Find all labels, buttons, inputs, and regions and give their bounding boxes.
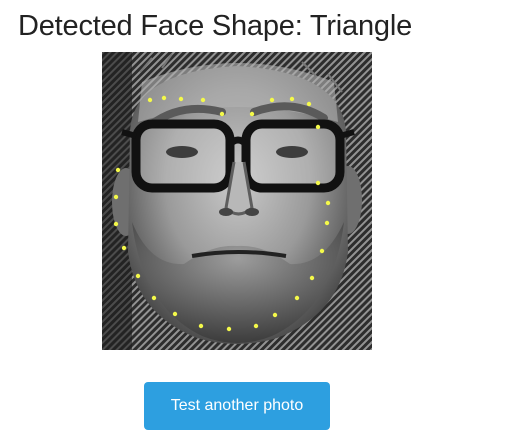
page-title: Detected Face Shape: Triangle	[18, 10, 412, 42]
landmark-dot	[289, 96, 295, 102]
landmark-dot	[324, 220, 330, 226]
landmark-dot	[272, 312, 278, 318]
face-photo	[102, 52, 372, 350]
landmark-dot	[151, 295, 157, 301]
landmark-dot	[198, 323, 204, 329]
landmark-dot	[135, 273, 141, 279]
landmark-dot	[269, 97, 275, 103]
landmark-dot	[113, 221, 119, 227]
landmark-dot	[226, 326, 232, 332]
landmark-dot	[161, 95, 167, 101]
landmark-dot	[306, 101, 312, 107]
landmark-dot	[315, 124, 321, 130]
left-eye	[166, 146, 198, 158]
test-another-photo-button[interactable]: Test another photo	[144, 382, 330, 430]
landmark-dot	[147, 97, 153, 103]
right-eye	[276, 146, 308, 158]
landmark-dot	[200, 97, 206, 103]
landmark-dot	[121, 245, 127, 251]
landmark-dot	[172, 311, 178, 317]
landmark-dot	[319, 248, 325, 254]
landmark-dot	[219, 111, 225, 117]
landmark-dot	[315, 180, 321, 186]
landmark-dot	[294, 295, 300, 301]
landmark-dot	[309, 275, 315, 281]
landmark-dot	[253, 323, 259, 329]
landmark-dot	[113, 194, 119, 200]
landmark-dot	[115, 167, 121, 173]
landmark-dot	[325, 200, 331, 206]
landmark-dot	[249, 111, 255, 117]
landmark-dot	[178, 96, 184, 102]
